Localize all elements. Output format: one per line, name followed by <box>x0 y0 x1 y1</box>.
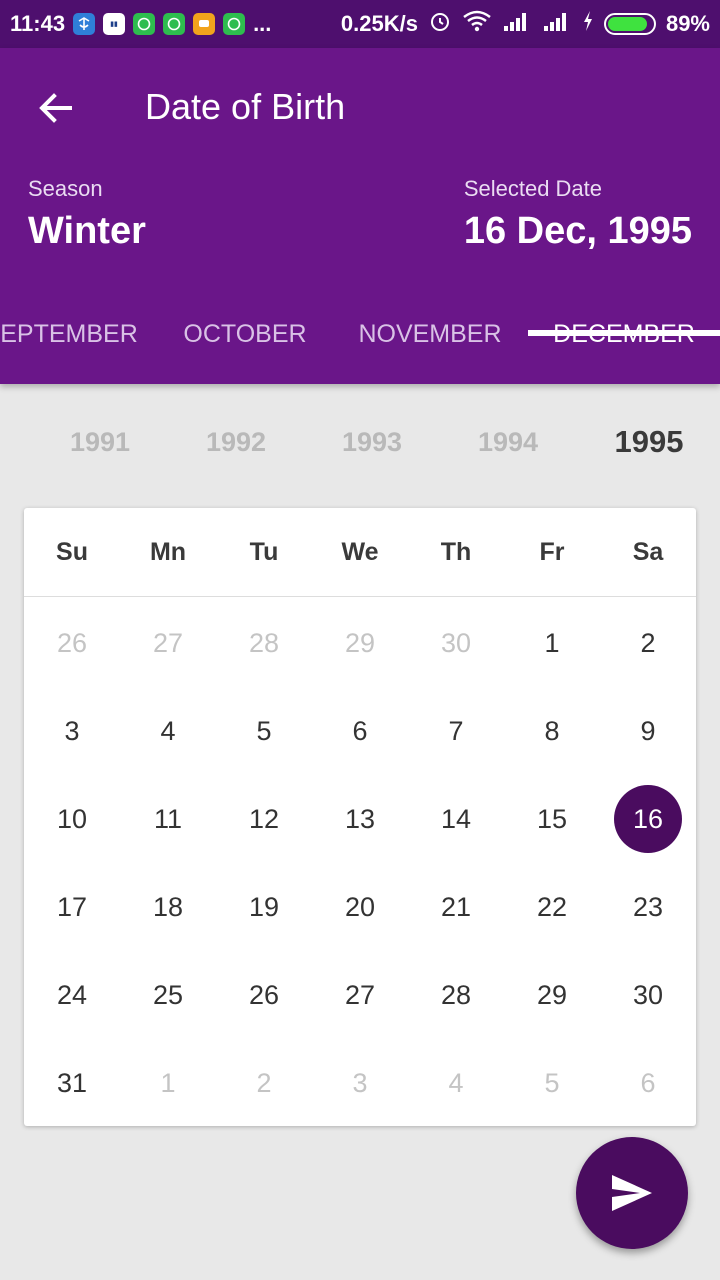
day-cell[interactable]: 6 <box>600 1039 696 1127</box>
day-cell[interactable]: 30 <box>600 951 696 1039</box>
day-cell[interactable]: 30 <box>408 599 504 687</box>
more-notifications: ... <box>253 11 272 36</box>
calendar-card: Su Mn Tu We Th Fr Sa 26 27 28 29 30 1 2 3 4 5 6 7 8 9 10 11 12… <box>24 508 696 1126</box>
weekday-label: Sa <box>632 538 664 566</box>
day-cell[interactable]: 17 <box>24 863 120 951</box>
weekday-label: Th <box>440 538 472 566</box>
year-item[interactable]: 1994 <box>448 400 568 484</box>
day-cell[interactable]: 14 <box>408 775 504 863</box>
battery-icon <box>603 13 656 35</box>
day-cell[interactable]: 22 <box>504 863 600 951</box>
season-value: Winter <box>28 210 146 252</box>
day-cell[interactable]: 2 <box>216 1039 312 1127</box>
day-cell[interactable]: 4 <box>408 1039 504 1127</box>
chat-icon <box>193 13 216 35</box>
weekday-label: Su <box>56 538 88 566</box>
signal-icon <box>542 10 572 38</box>
paytm-icon: ▮▮ <box>103 13 126 35</box>
screen: 11:43 ▮▮ ... 0.25K/s 89% Date of Birth S… <box>0 0 720 1280</box>
tab-month[interactable]: EPTEMBER <box>0 284 154 384</box>
day-cell[interactable]: 9 <box>600 687 696 775</box>
selected-date-value: 16 Dec, 1995 <box>463 210 692 252</box>
charging-icon <box>582 10 594 38</box>
day-cell[interactable]: 5 <box>504 1039 600 1127</box>
day-cell[interactable]: 5 <box>216 687 312 775</box>
day-cell[interactable]: 20 <box>312 863 408 951</box>
network-speed: 0.25K/s <box>340 11 418 36</box>
status-time: 11:43 <box>10 11 66 36</box>
season-block: Season Winter <box>28 176 146 253</box>
tab-month[interactable]: OCTOBER <box>168 284 322 384</box>
day-cell[interactable]: 10 <box>24 775 120 863</box>
year-item[interactable]: 1992 <box>176 400 296 484</box>
day-cell[interactable]: 29 <box>312 599 408 687</box>
status-bar: 11:43 ▮▮ ... 0.25K/s 89% <box>0 0 720 48</box>
day-cell[interactable]: 3 <box>312 1039 408 1127</box>
day-cell[interactable]: 28 <box>408 951 504 1039</box>
selected-date-block: Selected Date 16 Dec, 1995 <box>464 176 692 253</box>
day-cell[interactable]: 31 <box>24 1039 120 1127</box>
day-cell[interactable]: 7 <box>408 687 504 775</box>
weekday-label: Fr <box>539 538 565 566</box>
day-cell[interactable]: 28 <box>216 599 312 687</box>
day-cell[interactable]: 12 <box>216 775 312 863</box>
send-icon <box>612 1175 652 1211</box>
weekday-header: Su Mn Tu We Th Fr Sa <box>24 508 696 597</box>
arrow-back-icon <box>39 93 72 123</box>
status-left: 11:43 ▮▮ ... <box>10 11 271 37</box>
day-cell[interactable]: 29 <box>504 951 600 1039</box>
whatsapp-icon <box>133 13 156 35</box>
day-cell[interactable]: 4 <box>120 687 216 775</box>
year-item[interactable]: 1993 <box>312 400 432 484</box>
day-cell[interactable]: 23 <box>600 863 696 951</box>
weekday-label: We <box>341 538 379 566</box>
alarm-icon <box>428 9 452 39</box>
year-selector: 1991 1992 1993 1994 1995 <box>0 400 720 484</box>
day-cell[interactable]: 1 <box>120 1039 216 1127</box>
day-cell[interactable]: 21 <box>408 863 504 951</box>
wifi-icon <box>462 9 492 39</box>
season-label: Season <box>28 176 103 201</box>
page-title: Date of Birth <box>145 86 346 127</box>
selected-date-label: Selected Date <box>463 176 603 201</box>
whatsapp-icon <box>223 13 246 35</box>
status-right: 0.25K/s 89% <box>341 9 710 39</box>
notification-app-icon <box>73 13 96 35</box>
tab-indicator <box>528 330 720 336</box>
day-cell[interactable]: 27 <box>120 599 216 687</box>
whatsapp-icon <box>163 13 186 35</box>
signal-icon <box>502 10 532 38</box>
battery-percent: 89% <box>665 11 710 36</box>
day-cell[interactable]: 3 <box>24 687 120 775</box>
day-cell[interactable]: 2 <box>600 599 696 687</box>
weekday-label: Tu <box>249 538 279 566</box>
day-cell[interactable]: 6 <box>312 687 408 775</box>
year-item-active[interactable]: 1995 <box>589 400 709 484</box>
day-cell[interactable]: 24 <box>24 951 120 1039</box>
day-cell[interactable]: 26 <box>216 951 312 1039</box>
day-cell[interactable]: 27 <box>312 951 408 1039</box>
day-cell[interactable]: 19 <box>216 863 312 951</box>
day-cell[interactable]: 18 <box>120 863 216 951</box>
year-item[interactable]: 1991 <box>40 400 160 484</box>
tab-month[interactable]: NOVEMBER <box>340 284 520 384</box>
day-cell[interactable]: 8 <box>504 687 600 775</box>
send-button[interactable] <box>576 1137 688 1249</box>
day-cell[interactable]: 13 <box>312 775 408 863</box>
day-cell[interactable]: 15 <box>504 775 600 863</box>
back-button[interactable] <box>30 82 82 134</box>
day-cell-selected[interactable]: 16 <box>600 775 696 863</box>
day-cell[interactable]: 26 <box>24 599 120 687</box>
day-cell[interactable]: 25 <box>120 951 216 1039</box>
weekday-label: Mn <box>149 538 187 566</box>
day-cell[interactable]: 11 <box>120 775 216 863</box>
day-cell[interactable]: 1 <box>504 599 600 687</box>
